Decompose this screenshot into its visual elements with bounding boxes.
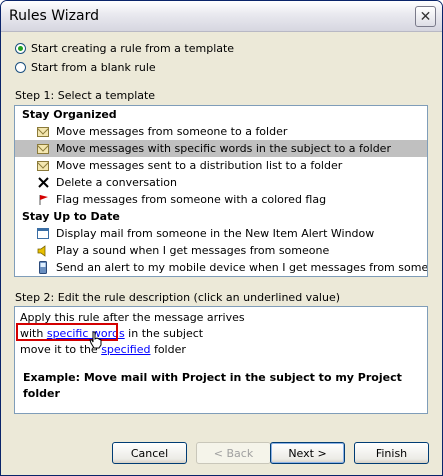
list-item[interactable]: Move messages from someone to a folder xyxy=(15,123,427,140)
option-blank[interactable]: Start from a blank rule xyxy=(15,61,156,74)
red-flag-icon xyxy=(37,193,49,206)
description-line-1: Apply this rule after the message arrive… xyxy=(20,311,245,324)
group-header-stay-organized: Stay Organized xyxy=(22,108,117,121)
delete-x-icon xyxy=(37,176,49,189)
description-text: with xyxy=(20,327,47,340)
radio-blank[interactable] xyxy=(15,62,26,73)
step2-label: Step 2: Edit the rule description (click… xyxy=(15,291,341,304)
envelope-folder-icon xyxy=(37,142,49,155)
envelope-folder-icon xyxy=(37,159,49,172)
speaker-icon xyxy=(37,244,49,257)
radio-template[interactable] xyxy=(15,43,26,54)
mobile-phone-icon xyxy=(37,261,49,274)
list-item-label: Display mail from someone in the New Ite… xyxy=(56,227,375,240)
description-text: in the subject xyxy=(124,327,204,340)
list-item[interactable]: Delete a conversation xyxy=(15,174,427,191)
next-button[interactable]: Next > xyxy=(270,442,345,464)
list-item-label: Play a sound when I get messages from so… xyxy=(56,244,330,257)
list-item[interactable]: Display mail from someone in the New Ite… xyxy=(15,225,427,242)
list-item-label: Delete a conversation xyxy=(56,176,177,189)
envelope-folder-icon xyxy=(37,125,49,138)
list-item[interactable]: Play a sound when I get messages from so… xyxy=(15,242,427,259)
list-item-selected[interactable]: Move messages with specific words in the… xyxy=(15,140,427,157)
example-text: Example: Move mail with Project in the s… xyxy=(23,371,402,400)
description-line-2: with specific words in the subject xyxy=(20,326,422,342)
list-item-label: Move messages from someone to a folder xyxy=(56,125,288,138)
group-header-stay-up-to-date: Stay Up to Date xyxy=(22,210,120,223)
list-item-label: Send an alert to my mobile device when I… xyxy=(56,261,428,274)
window-title: Rules Wizard xyxy=(9,8,99,24)
step1-label: Step 1: Select a template xyxy=(15,89,156,102)
finish-button[interactable]: Finish xyxy=(354,442,429,464)
list-item[interactable]: Flag messages from someone with a colore… xyxy=(15,191,427,208)
list-item[interactable]: Move messages sent to a distribution lis… xyxy=(15,157,427,174)
close-icon: ✕ xyxy=(419,8,432,25)
list-item-label: Move messages sent to a distribution lis… xyxy=(56,159,343,172)
alert-window-icon xyxy=(37,227,49,240)
template-list[interactable]: Stay Organized Move messages from someon… xyxy=(14,105,428,277)
specified-folder-link[interactable]: specified xyxy=(101,343,150,356)
specific-words-link[interactable]: specific words xyxy=(47,327,125,340)
list-item[interactable]: Send an alert to my mobile device when I… xyxy=(15,259,427,276)
description-line-3: move it to the specified folder xyxy=(20,342,422,358)
close-button[interactable]: ✕ xyxy=(415,6,436,27)
list-item-label: Move messages with specific words in the… xyxy=(56,142,391,155)
cancel-button[interactable]: Cancel xyxy=(112,442,187,464)
description-text: folder xyxy=(150,343,186,356)
rules-wizard-dialog: Rules Wizard ✕ Start creating a rule fro… xyxy=(0,0,443,476)
back-button[interactable]: < Back xyxy=(196,442,271,464)
option-template-label: Start creating a rule from a template xyxy=(31,42,235,55)
list-item-label: Flag messages from someone with a colore… xyxy=(56,193,327,206)
option-blank-label: Start from a blank rule xyxy=(31,61,156,74)
rule-description: Apply this rule after the message arrive… xyxy=(14,306,428,414)
hand-cursor-icon xyxy=(89,331,102,349)
option-template[interactable]: Start creating a rule from a template xyxy=(15,42,234,55)
title-bar: Rules Wizard ✕ xyxy=(1,1,442,32)
